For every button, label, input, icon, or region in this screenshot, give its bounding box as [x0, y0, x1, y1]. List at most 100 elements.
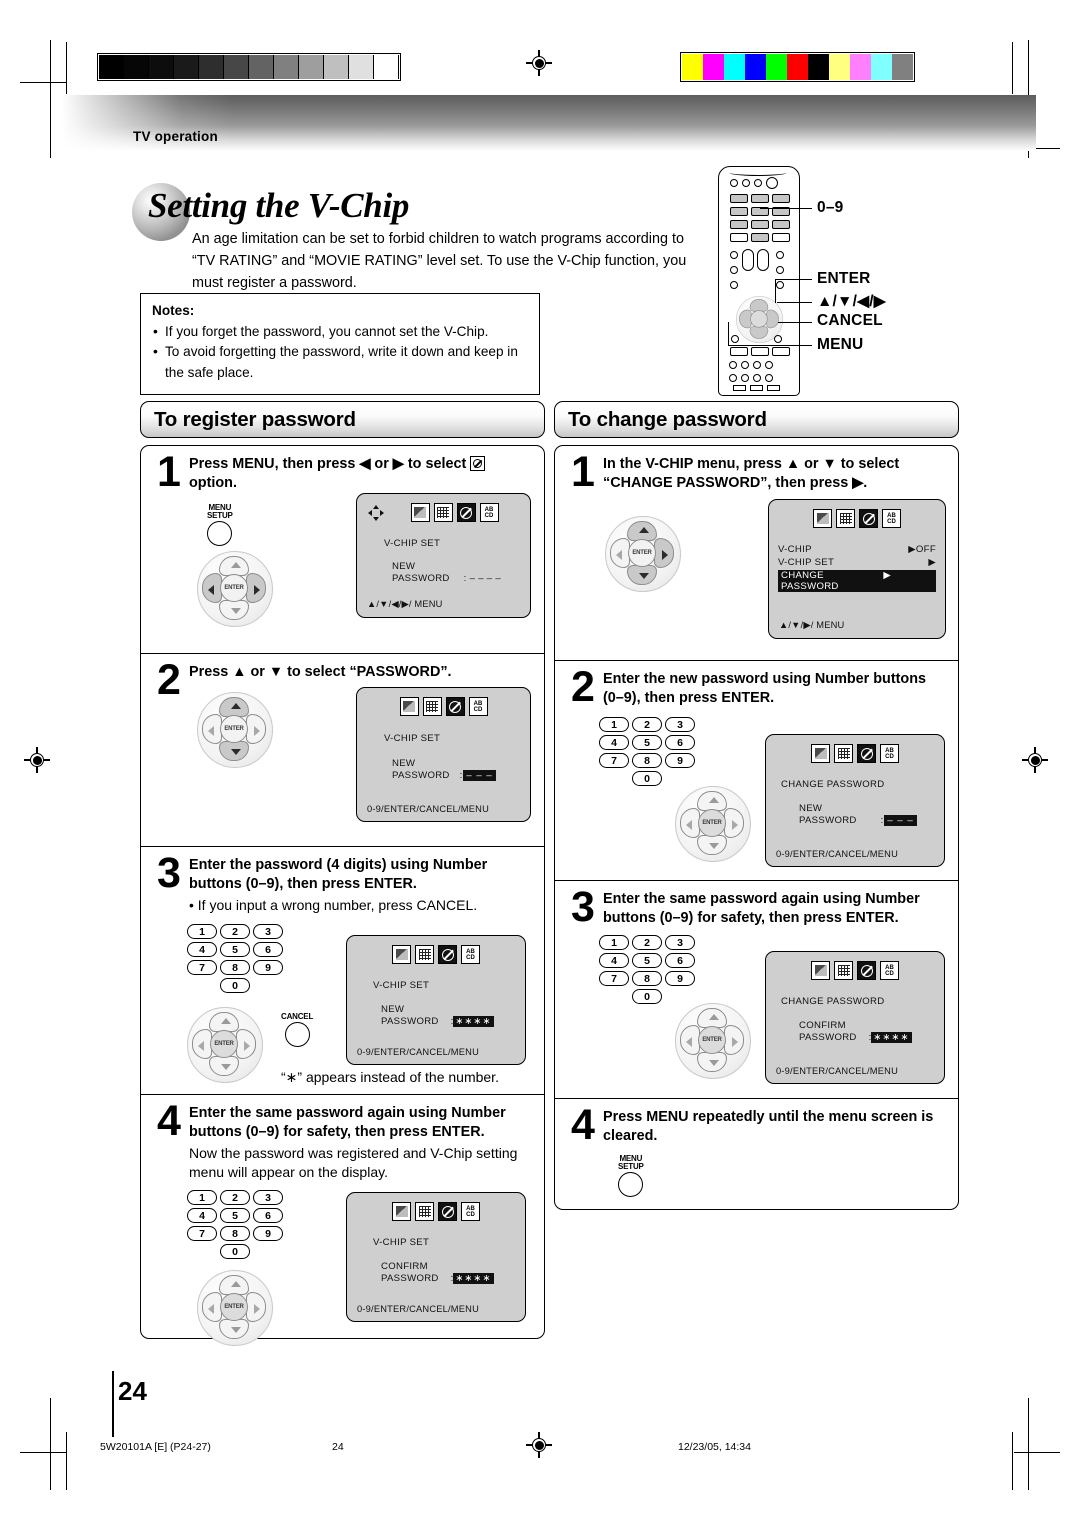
osd-abcd-icon: AB CD — [479, 503, 499, 522]
numeric-keypad[interactable]: 1 2 3 4 5 6 7 8 9 0 — [599, 717, 695, 786]
osd-screen: AB CD V-CHIP SET NEW PASSWORD : – – – – ▲… — [356, 493, 531, 618]
key-7[interactable]: 7 — [599, 971, 629, 986]
osd-abcd-icon: AB CD — [468, 697, 488, 716]
key-8[interactable]: 8 — [632, 753, 662, 768]
key-2[interactable]: 2 — [632, 935, 662, 950]
numeric-keypad[interactable]: 1 2 3 4 5 6 7 8 9 0 — [187, 1190, 283, 1259]
key-9[interactable]: 9 — [665, 971, 695, 986]
key-3[interactable]: 3 — [665, 717, 695, 732]
leader-line-cancel — [778, 322, 812, 324]
key-8[interactable]: 8 — [220, 960, 250, 975]
color-calibration-bar — [680, 52, 915, 82]
key-6[interactable]: 6 — [253, 942, 283, 957]
step-instruction: Enter the new password using Number butt… — [603, 671, 927, 707]
osd-vchip-icon — [857, 744, 876, 763]
leader-line-arrows — [777, 302, 812, 304]
key-7[interactable]: 7 — [187, 960, 217, 975]
key-4[interactable]: 4 — [599, 953, 629, 968]
osd-title: CHANGE PASSWORD — [781, 996, 885, 1007]
osd-footer: 0-9/ENTER/CANCEL/MENU — [357, 1304, 479, 1314]
footer-doc-code: 5W20101A [E] (P24-27) — [100, 1441, 211, 1453]
osd-picture-icon — [392, 945, 411, 964]
menu-button-circle[interactable] — [207, 521, 233, 547]
key-2[interactable]: 2 — [220, 1190, 250, 1205]
osd-abcd-icon: AB CD — [880, 744, 899, 763]
key-1[interactable]: 1 — [599, 717, 629, 732]
osd-menu-row[interactable]: V-CHIP SET ▶ — [778, 557, 936, 568]
key-4[interactable]: 4 — [187, 1208, 217, 1223]
key-5[interactable]: 5 — [220, 942, 250, 957]
osd-grid-icon — [834, 961, 853, 980]
key-0[interactable]: 0 — [220, 1244, 250, 1259]
page-number: 24 — [118, 1376, 147, 1406]
numeric-keypad[interactable]: 1 2 3 4 5 6 7 8 9 0 — [599, 935, 695, 1004]
osd-label-2: PASSWORD — [381, 1273, 439, 1284]
key-6[interactable]: 6 — [665, 953, 695, 968]
leader-line-menu-v — [728, 322, 730, 346]
key-4[interactable]: 4 — [599, 735, 629, 750]
registration-mark-top — [526, 50, 552, 76]
color-swatch — [892, 54, 913, 80]
dpad-illustration[interactable]: ENTER — [197, 1270, 273, 1346]
dpad-illustration[interactable]: ENTER — [605, 516, 681, 592]
key-5[interactable]: 5 — [220, 1208, 250, 1223]
key-3[interactable]: 3 — [253, 1190, 283, 1205]
key-6[interactable]: 6 — [665, 735, 695, 750]
color-swatch — [808, 54, 829, 80]
key-7[interactable]: 7 — [187, 1226, 217, 1241]
key-1[interactable]: 1 — [187, 924, 217, 939]
menu-setup-button[interactable]: MENU SETUP — [207, 503, 233, 547]
osd-screen: AB CD CHANGE PASSWORD CONFIRM PASSWORD : … — [765, 951, 945, 1084]
intro-paragraph: An age limitation can be set to forbid c… — [192, 231, 687, 291]
dpad-illustration[interactable]: ENTER — [675, 1003, 751, 1079]
dpad-illustration[interactable]: ENTER — [197, 692, 273, 768]
key-8[interactable]: 8 — [220, 1226, 250, 1241]
key-0[interactable]: 0 — [220, 978, 250, 993]
dpad-illustration[interactable]: ENTER — [187, 1007, 263, 1083]
osd-password-value: : – – – – — [463, 573, 502, 584]
cancel-button-circle[interactable] — [284, 1022, 310, 1048]
dpad-illustration[interactable]: ENTER — [675, 786, 751, 862]
osd-cursor-icon — [368, 505, 384, 521]
notes-box: Notes: If you forget the password, you c… — [140, 293, 540, 396]
crop-mark-bl-v2 — [66, 1432, 68, 1490]
step-subtext: Now the password was registered and V-Ch… — [189, 1145, 518, 1181]
key-0[interactable]: 0 — [632, 989, 662, 1004]
key-3[interactable]: 3 — [253, 924, 283, 939]
color-swatch — [766, 54, 787, 80]
key-3[interactable]: 3 — [665, 935, 695, 950]
step-text-after: option. — [189, 475, 237, 492]
key-2[interactable]: 2 — [220, 924, 250, 939]
key-6[interactable]: 6 — [253, 1208, 283, 1223]
registration-mark-bottom — [526, 1432, 552, 1458]
osd-label-2: PASSWORD — [392, 573, 450, 584]
key-1[interactable]: 1 — [599, 935, 629, 950]
osd-menu-row[interactable]: V-CHIP ▶OFF — [778, 544, 936, 555]
step-number: 3 — [157, 849, 181, 897]
page-title: Setting the V-Chip — [148, 186, 410, 225]
key-2[interactable]: 2 — [632, 717, 662, 732]
key-9[interactable]: 9 — [665, 753, 695, 768]
dpad-illustration[interactable]: ENTER — [197, 551, 273, 627]
menu-setup-button[interactable]: MENU SETUP — [618, 1154, 644, 1198]
key-5[interactable]: 5 — [632, 953, 662, 968]
cancel-button[interactable]: CANCEL — [281, 1012, 313, 1048]
menu-button-label-bottom: SETUP — [618, 1162, 644, 1172]
key-5[interactable]: 5 — [632, 735, 662, 750]
key-4[interactable]: 4 — [187, 942, 217, 957]
osd-menu-row-selected[interactable]: CHANGE PASSWORD ▶ — [778, 570, 936, 592]
gray-swatch — [274, 55, 299, 79]
step-instruction: Press ▲ or ▼ to select “PASSWORD”. — [189, 664, 452, 680]
key-8[interactable]: 8 — [632, 971, 662, 986]
numeric-keypad[interactable]: 1 2 3 4 5 6 7 8 9 0 — [187, 924, 283, 993]
menu-button-circle[interactable] — [618, 1172, 644, 1198]
leader-line-enter-v — [775, 279, 777, 303]
key-0[interactable]: 0 — [632, 771, 662, 786]
key-1[interactable]: 1 — [187, 1190, 217, 1205]
section-body-change: 1 In the V-CHIP menu, press ▲ or ▼ to se… — [554, 445, 959, 1210]
key-7[interactable]: 7 — [599, 753, 629, 768]
osd-picture-icon — [813, 509, 832, 528]
key-9[interactable]: 9 — [253, 1226, 283, 1241]
crop-mark-tl-v2 — [66, 42, 68, 94]
key-9[interactable]: 9 — [253, 960, 283, 975]
